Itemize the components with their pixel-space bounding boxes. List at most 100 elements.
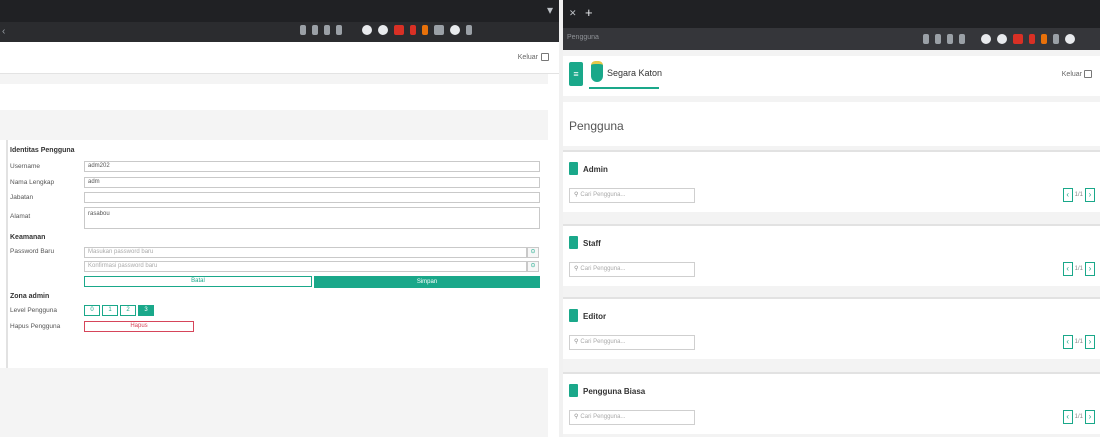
menu-toggle-button[interactable]: ≡: [569, 62, 583, 86]
page-title: Pengguna: [569, 119, 624, 133]
alamat-textarea[interactable]: rasabou: [84, 207, 540, 229]
right-window: ✕ + Pengguna ≡ Segara Katon Keluar Pengg…: [563, 0, 1100, 437]
pagination: ‹ 1/1 ›: [1062, 188, 1095, 202]
new-password-field[interactable]: Masukan password baru: [84, 247, 527, 258]
brand-logo: [591, 61, 603, 82]
card-title: Staff: [583, 239, 601, 248]
extension-icon[interactable]: [378, 25, 388, 35]
username-field[interactable]: adm202: [84, 161, 540, 172]
identitas-section-title: Identitas Pengguna: [10, 147, 75, 154]
page-indicator: 1/1: [1074, 339, 1083, 345]
logout-button[interactable]: Keluar: [1062, 70, 1092, 78]
extension-icon[interactable]: [997, 34, 1007, 44]
star-icon[interactable]: [959, 34, 965, 44]
extension-icon[interactable]: [1041, 34, 1047, 44]
back-icon[interactable]: ‹: [2, 26, 5, 37]
level-button-3[interactable]: 3: [138, 305, 154, 316]
nama-field[interactable]: adm: [84, 177, 540, 188]
show-password-icon[interactable]: ⊙: [527, 247, 539, 258]
address-bar[interactable]: Pengguna: [567, 34, 599, 41]
extension-icon[interactable]: [394, 25, 404, 35]
show-confirm-password-icon[interactable]: ⊙: [527, 261, 539, 272]
translate-icon[interactable]: [312, 25, 318, 35]
logout-label: Keluar: [1061, 70, 1082, 78]
username-label: Username: [10, 163, 40, 170]
prev-page-button[interactable]: ‹: [1062, 262, 1073, 276]
puzzle-icon[interactable]: [434, 25, 444, 35]
extension-icon[interactable]: [981, 34, 991, 44]
user-group-card-staff: Staff ⚲ Cari Pengguna... ‹ 1/1 ›: [563, 224, 1100, 286]
profile-icon[interactable]: [450, 25, 460, 35]
search-placeholder: Cari Pengguna...: [580, 339, 626, 345]
search-icon: ⚲: [574, 192, 579, 198]
logout-button[interactable]: Keluar: [518, 53, 549, 61]
confirm-password-field[interactable]: Konfirmasi password baru: [84, 261, 527, 272]
jabatan-field[interactable]: [84, 192, 540, 203]
extension-icon[interactable]: [410, 25, 416, 35]
logout-icon: [541, 53, 549, 61]
key-icon[interactable]: [300, 25, 306, 35]
page-indicator: 1/1: [1074, 192, 1083, 198]
key-icon[interactable]: [923, 34, 929, 44]
close-tab-icon[interactable]: ✕: [569, 8, 577, 19]
left-page-banner: [0, 74, 548, 140]
search-input[interactable]: ⚲ Cari Pengguna...: [569, 410, 695, 425]
level-button-0[interactable]: 0: [84, 305, 100, 316]
pagination: ‹ 1/1 ›: [1062, 262, 1095, 276]
next-page-button[interactable]: ›: [1085, 262, 1095, 276]
hapus-label: Hapus Pengguna: [10, 323, 61, 330]
prev-page-button[interactable]: ‹: [1062, 410, 1073, 424]
search-input[interactable]: ⚲ Cari Pengguna...: [569, 335, 695, 350]
right-browser-toolbar: Pengguna: [563, 28, 1100, 50]
left-extension-icons: [300, 25, 472, 35]
hapus-button[interactable]: Hapus: [84, 321, 194, 332]
alamat-label: Alamat: [10, 213, 31, 220]
cast-icon[interactable]: [947, 34, 953, 44]
search-placeholder: Cari Pengguna...: [580, 414, 626, 420]
new-tab-icon[interactable]: +: [585, 5, 593, 20]
batal-button[interactable]: Batal: [84, 276, 312, 287]
card-title: Admin: [583, 165, 608, 174]
more-icon[interactable]: [466, 25, 472, 35]
left-page-footer: [0, 368, 548, 437]
translate-icon[interactable]: [935, 34, 941, 44]
extension-icon[interactable]: [1029, 34, 1035, 44]
user-group-card-admin: Admin ⚲ Cari Pengguna... ‹ 1/1 ›: [563, 150, 1100, 212]
search-icon: ⚲: [574, 414, 579, 420]
page-header: Pengguna: [563, 102, 1100, 146]
keamanan-section-title: Keamanan: [10, 234, 46, 241]
group-badge-icon: [569, 309, 578, 322]
level-button-1[interactable]: 1: [102, 305, 118, 316]
search-icon: ⚲: [574, 266, 579, 272]
search-placeholder: Cari Pengguna...: [580, 266, 626, 272]
card-title: Editor: [583, 312, 607, 321]
right-extension-icons: [923, 34, 1075, 44]
star-icon[interactable]: [336, 25, 342, 35]
minimize-icon[interactable]: ▾: [547, 3, 553, 17]
next-page-button[interactable]: ›: [1085, 335, 1095, 349]
level-label: Level Pengguna: [10, 307, 57, 314]
search-input[interactable]: ⚲ Cari Pengguna...: [569, 188, 695, 203]
group-badge-icon: [569, 162, 578, 175]
left-window: ▾ ‹ Keluar Identitas Pengguna Username a…: [0, 0, 559, 437]
next-page-button[interactable]: ›: [1085, 410, 1095, 424]
puzzle-icon[interactable]: [1053, 34, 1059, 44]
brand-name[interactable]: Segara Katon: [607, 68, 662, 78]
left-app-header: Keluar: [0, 42, 559, 74]
group-badge-icon: [569, 384, 578, 397]
search-input[interactable]: ⚲ Cari Pengguna...: [569, 262, 695, 277]
nama-label: Nama Lengkap: [10, 179, 55, 186]
password-label: Password Baru: [10, 248, 55, 255]
prev-page-button[interactable]: ‹: [1062, 335, 1073, 349]
profile-icon[interactable]: [1065, 34, 1075, 44]
level-button-2[interactable]: 2: [120, 305, 136, 316]
zona-admin-section-title: Zona admin: [10, 293, 50, 300]
extension-icon[interactable]: [1013, 34, 1023, 44]
cast-icon[interactable]: [324, 25, 330, 35]
extension-icon[interactable]: [362, 25, 372, 35]
simpan-button[interactable]: Simpan: [314, 276, 540, 288]
pagination: ‹ 1/1 ›: [1062, 335, 1095, 349]
prev-page-button[interactable]: ‹: [1062, 188, 1073, 202]
next-page-button[interactable]: ›: [1085, 188, 1095, 202]
extension-icon[interactable]: [422, 25, 428, 35]
